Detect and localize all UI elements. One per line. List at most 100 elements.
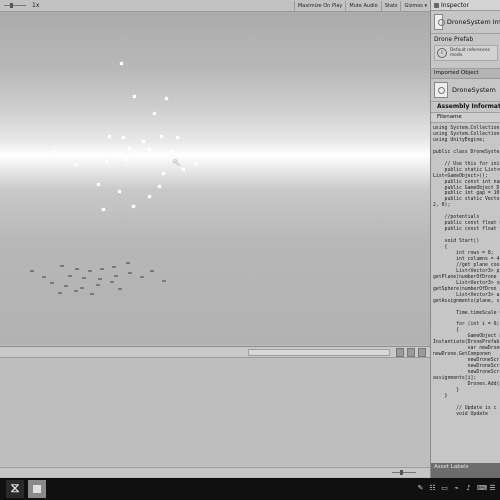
drone-cube: [158, 185, 161, 188]
drone-cube: [122, 136, 125, 139]
scale-control: 1x: [0, 2, 294, 9]
drone-cube: [148, 148, 151, 151]
drone-cube: [170, 150, 173, 153]
system-tray: ✎ ☷ ▭ ⌁ ♪ ⌨ ☰: [417, 484, 496, 492]
drone-cube: [142, 140, 145, 143]
drone-cube: [182, 168, 185, 171]
pen-icon[interactable]: ✎: [417, 484, 424, 492]
drone-shadow: [98, 278, 102, 280]
help-box-message: Default references mode.: [450, 48, 490, 58]
drone-shadow: [42, 276, 46, 278]
battery-icon[interactable]: ▭: [441, 484, 448, 492]
gizmos-button[interactable]: Gizmos ▾: [400, 0, 430, 11]
drone-shadow: [110, 281, 114, 283]
drone-cube: [108, 135, 111, 138]
console-zoom-slider[interactable]: [392, 470, 416, 475]
drone-shadow: [64, 285, 68, 287]
drone-cube: [133, 95, 136, 98]
game-view-toolbar: 1x Maximize On Play Mute Audio Stats Giz…: [0, 0, 430, 12]
drone-shadow: [96, 284, 100, 286]
wifi-icon[interactable]: ⌁: [453, 484, 460, 492]
drone-shadow: [60, 265, 64, 267]
info-filter-icon[interactable]: [396, 348, 404, 357]
notification-icon[interactable]: ☰: [489, 484, 496, 492]
drone-cube: [195, 162, 198, 165]
drone-cube: [176, 136, 179, 139]
drone-shadow: [118, 288, 122, 290]
help-box: i Default references mode.: [434, 45, 498, 61]
drone-cube: [52, 150, 55, 153]
inspector-icon: [434, 2, 439, 8]
drone-shadow: [162, 280, 166, 282]
drone-shadow: [68, 275, 72, 277]
drone-shadow: [80, 287, 84, 289]
drone-cube: [120, 62, 123, 65]
tab-inspector-label: Inspector: [441, 1, 469, 9]
maximize-on-play-button[interactable]: Maximize On Play: [293, 0, 345, 11]
drone-shadow: [114, 275, 118, 277]
drone-shadow: [126, 262, 130, 264]
script-file-icon: [434, 14, 445, 30]
filename-row: Filename: [431, 113, 500, 123]
drone-shadow: [50, 282, 54, 284]
script-source-preview: using System.Collection using System.Col…: [433, 126, 500, 417]
drone-shadow: [88, 270, 92, 272]
drone-cube: [102, 208, 105, 211]
tab-inspector[interactable]: Inspector: [431, 0, 500, 11]
drone-cube: [97, 183, 100, 186]
drone-shadow: [75, 268, 79, 270]
drone-shadow: [74, 290, 78, 292]
console-status-bar: [0, 467, 430, 477]
script-file-icon: [434, 82, 448, 98]
drone-shadow: [82, 277, 86, 279]
drone-cube: [128, 147, 131, 150]
scale-slider[interactable]: [4, 3, 26, 8]
drone-cube: [160, 135, 163, 138]
drone-shadow: [128, 272, 132, 274]
assembly-information-header: Assembly Informati: [431, 102, 500, 113]
scale-label: 1x: [32, 2, 40, 9]
inspector-header: DroneSystem Im: [431, 11, 500, 34]
inspector-object-name: DroneSystem Im: [446, 18, 500, 26]
drone-cube: [132, 205, 135, 208]
console-panel: [0, 346, 430, 477]
console-log-list[interactable]: [0, 358, 430, 466]
imported-object-name: DroneSystem: [452, 86, 496, 94]
drone-prefab-section: Drone Prefab i Default references mode.: [431, 34, 500, 69]
console-search-input[interactable]: [248, 349, 390, 356]
drone-shadow: [100, 268, 104, 270]
unity-icon[interactable]: [28, 480, 46, 498]
drone-shadow: [112, 266, 116, 268]
drone-shadow: [30, 270, 34, 272]
imported-object-row[interactable]: DroneSystem: [431, 79, 500, 102]
drone-cube: [118, 190, 121, 193]
drone-cube: [165, 97, 168, 100]
imported-object-header: Imported Object: [431, 69, 500, 79]
asset-labels-bar[interactable]: Asset Labels: [431, 463, 500, 478]
drone-prefab-label: Drone Prefab: [434, 36, 474, 43]
info-icon: i: [437, 48, 447, 58]
volume-icon[interactable]: ♪: [465, 484, 472, 492]
drone-cube: [126, 158, 129, 161]
drone-shadow: [150, 270, 154, 272]
drone-shadow: [90, 293, 94, 295]
game-view[interactable]: 1x Maximize On Play Mute Audio Stats Giz…: [0, 0, 430, 345]
drone-shadow: [140, 276, 144, 278]
drone-cube: [148, 195, 151, 198]
stats-button[interactable]: Stats: [380, 0, 401, 11]
keyboard-icon[interactable]: ⌨: [477, 484, 487, 492]
mute-audio-button[interactable]: Mute Audio: [345, 0, 380, 11]
taskbar: ⧖ ✎ ☷ ▭ ⌁ ♪ ⌨ ☰: [0, 478, 500, 500]
network-icon[interactable]: ☷: [429, 484, 436, 492]
drone-cube: [162, 172, 165, 175]
console-toolbar: [0, 347, 430, 358]
inspector-panel: Inspector DroneSystem Im Drone Prefab i …: [430, 0, 500, 478]
drone-cube: [153, 112, 156, 115]
error-filter-icon[interactable]: [418, 348, 426, 357]
drone-cube: [75, 163, 78, 166]
drone-shadow: [58, 292, 62, 294]
warning-filter-icon[interactable]: [407, 348, 415, 357]
mouse-cursor-icon: ↖: [172, 156, 182, 169]
drone-cube: [105, 160, 108, 163]
visual-studio-icon[interactable]: ⧖: [6, 480, 24, 498]
